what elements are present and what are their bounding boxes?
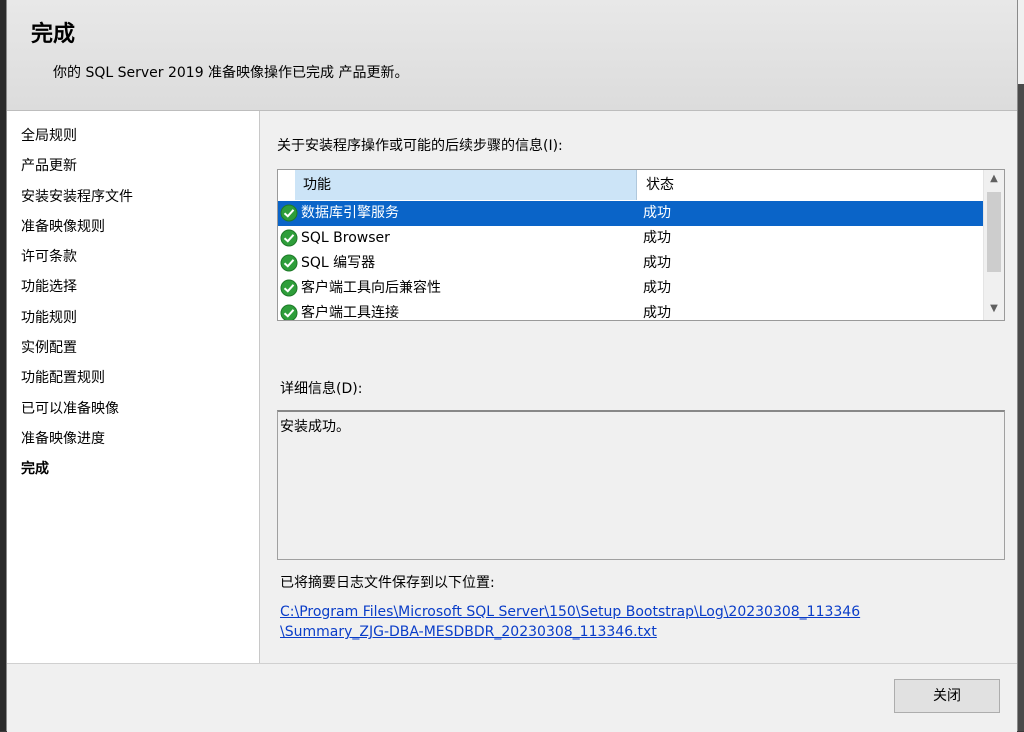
footer-bar: 关闭 [7,663,1017,732]
row-feature: 数据库引擎服务 [301,205,399,221]
sidebar-item-feature-configuration-rules[interactable]: 功能配置规则 [21,368,105,388]
details-textbox[interactable]: 安装成功。 [277,410,1005,560]
row-feature: SQL 编写器 [301,255,376,271]
sidebar-item-prepare-image-progress[interactable]: 准备映像进度 [21,429,105,449]
row-status: 成功 [643,280,671,296]
scroll-up-arrow-icon[interactable]: ▲ [984,170,1004,188]
page-header: 完成 你的 SQL Server 2019 准备映像操作已完成 产品更新。 [7,0,1017,111]
close-button[interactable]: 关闭 [894,679,1000,713]
scroll-down-arrow-icon[interactable]: ▼ [984,300,1004,318]
info-label: 关于安装程序操作或可能的后续步骤的信息(I): [277,138,563,154]
column-header-feature[interactable]: 功能 [295,170,637,200]
log-file-link[interactable]: C:\Program Files\Microsoft SQL Server\15… [280,604,860,620]
check-circle-icon [280,254,298,272]
check-circle-icon [280,279,298,297]
list-row[interactable]: 客户端工具连接 成功 [278,301,985,321]
check-circle-icon [280,304,298,320]
details-text: 安装成功。 [280,419,350,435]
setup-window: 完成 你的 SQL Server 2019 准备映像操作已完成 产品更新。 全局… [6,0,1018,732]
steps-sidebar: 全局规则 产品更新 安装安装程序文件 准备映像规则 许可条款 功能选择 功能规则… [7,111,260,663]
row-status: 成功 [643,205,671,221]
row-status: 成功 [643,230,671,246]
sidebar-item-instance-configuration[interactable]: 实例配置 [21,338,77,358]
background-right-strip [1018,0,1024,731]
check-circle-icon [280,229,298,247]
list-row[interactable]: 客户端工具向后兼容性 成功 [278,276,985,301]
sidebar-item-global-rules[interactable]: 全局规则 [21,126,77,146]
sidebar-item-feature-rules[interactable]: 功能规则 [21,308,77,328]
sidebar-item-ready-to-prepare-image[interactable]: 已可以准备映像 [21,399,119,419]
sidebar-item-complete[interactable]: 完成 [21,459,49,479]
list-vertical-scrollbar[interactable]: ▲ ▼ [983,170,1004,320]
log-location-label: 已将摘要日志文件保存到以下位置: [280,575,495,591]
list-header: 功能 状态 [278,170,985,202]
list-row[interactable]: SQL Browser 成功 [278,226,985,251]
row-feature: SQL Browser [301,230,390,246]
row-feature: 客户端工具向后兼容性 [301,280,441,296]
row-feature: 客户端工具连接 [301,305,399,321]
sidebar-item-product-updates[interactable]: 产品更新 [21,156,77,176]
main-panel: 关于安装程序操作或可能的后续步骤的信息(I): 功能 状态 数据库引擎服务 成功 [260,111,1017,663]
row-status: 成功 [643,305,671,321]
page-subtitle: 你的 SQL Server 2019 准备映像操作已完成 产品更新。 [53,65,409,81]
check-circle-icon [280,204,298,222]
details-label: 详细信息(D): [280,381,363,397]
sidebar-item-install-setup-files[interactable]: 安装安装程序文件 [21,187,133,207]
sidebar-item-feature-selection[interactable]: 功能选择 [21,277,77,297]
list-row[interactable]: SQL 编写器 成功 [278,251,985,276]
page-title: 完成 [31,22,76,47]
sidebar-item-license-terms[interactable]: 许可条款 [21,247,77,267]
sidebar-item-prepare-image-rules[interactable]: 准备映像规则 [21,217,105,237]
feature-status-list[interactable]: 功能 状态 数据库引擎服务 成功 SQL Browser 成功 SQL 编写器 … [277,169,1005,321]
column-header-status[interactable]: 状态 [638,170,986,200]
scrollbar-thumb[interactable] [987,192,1001,272]
list-row[interactable]: 数据库引擎服务 成功 [278,201,985,226]
log-file-link-continued[interactable]: \Summary_ZJG-DBA-MESDBDR_20230308_113346… [280,624,657,640]
row-status: 成功 [643,255,671,271]
